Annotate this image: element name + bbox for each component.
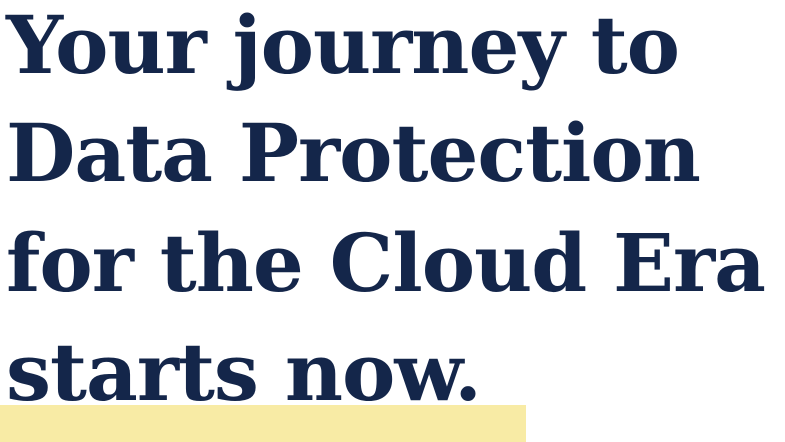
headline-line-1: Your journey to bbox=[6, 0, 680, 92]
headline-line-3: for the Cloud Era bbox=[6, 216, 766, 310]
headline: Your journey to Data Protection for the … bbox=[0, 0, 785, 442]
headline-line-2: Data Protection bbox=[6, 106, 701, 200]
headline-line-4: starts now. bbox=[6, 325, 482, 419]
hero-canvas: Your journey to Data Protection for the … bbox=[0, 0, 785, 442]
